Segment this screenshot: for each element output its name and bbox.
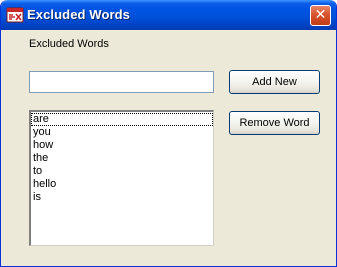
list-item[interactable]: how: [31, 139, 213, 152]
remove-word-button[interactable]: Remove Word: [229, 111, 320, 135]
excluded-words-label: Excluded Words: [29, 38, 109, 50]
close-icon: ✕: [314, 7, 327, 23]
list-item[interactable]: hello: [31, 178, 213, 191]
add-new-button[interactable]: Add New: [229, 70, 320, 94]
excluded-words-list[interactable]: are you how the to hello is: [29, 110, 214, 246]
list-items: are you how the to hello is: [31, 112, 213, 204]
new-word-input[interactable]: [29, 71, 214, 93]
list-item[interactable]: the: [31, 152, 213, 165]
list-item[interactable]: are: [31, 113, 213, 126]
window-title: Excluded Words: [27, 7, 131, 22]
list-item[interactable]: to: [31, 165, 213, 178]
app-icon: [6, 7, 24, 23]
close-button[interactable]: ✕: [310, 5, 331, 26]
excluded-words-dialog: Excluded Words ✕ Excluded Words Add New …: [0, 0, 337, 267]
list-item[interactable]: is: [31, 191, 213, 204]
list-item[interactable]: you: [31, 126, 213, 139]
title-bar[interactable]: Excluded Words ✕: [1, 0, 336, 30]
